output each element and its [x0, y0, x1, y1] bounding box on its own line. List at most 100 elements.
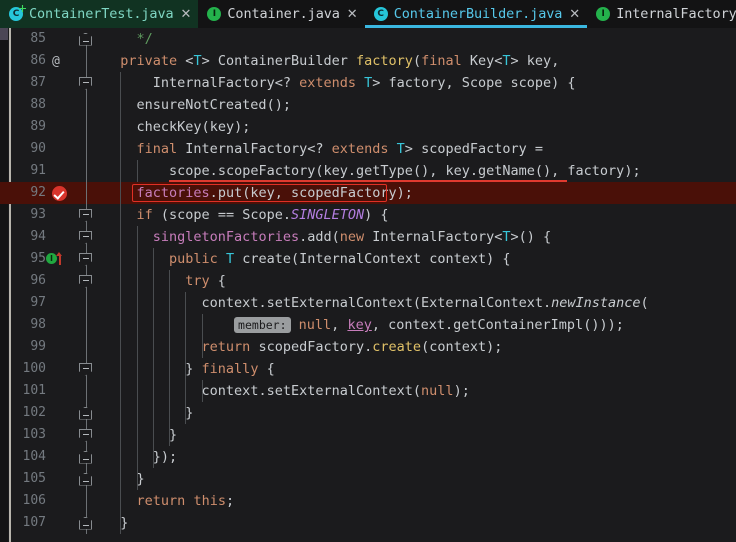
- fold-gutter[interactable]: [78, 28, 94, 50]
- code-line[interactable]: 101 context.setExternalContext(null);: [0, 380, 736, 402]
- code-line[interactable]: 102 }: [0, 402, 736, 424]
- fold-gutter[interactable]: [78, 512, 94, 534]
- code-line[interactable]: 86 @ private <T> ContainerBuilder factory…: [0, 50, 736, 72]
- fold-gutter[interactable]: [78, 380, 94, 402]
- fold-gutter[interactable]: [78, 314, 94, 336]
- fold-gutter[interactable]: [78, 336, 94, 358]
- line-number: 92: [30, 185, 46, 200]
- code-text[interactable]: });: [104, 446, 177, 468]
- code-line[interactable]: 107 }: [0, 512, 736, 534]
- code-line[interactable]: 88 ensureNotCreated();: [0, 94, 736, 116]
- fold-gutter[interactable]: [78, 138, 94, 160]
- code-line[interactable]: 94 singletonFactories.add(new InternalFa…: [0, 226, 736, 248]
- code-line[interactable]: 95 I public T create(InternalContext cont…: [0, 248, 736, 270]
- code-line[interactable]: 92 factories.put(key, scopedFactory);: [0, 182, 736, 204]
- line-number: 99: [30, 339, 46, 354]
- code-text[interactable]: checkKey(key);: [104, 116, 251, 138]
- java-interface-icon: I: [596, 7, 611, 21]
- fold-gutter[interactable]: [78, 468, 94, 490]
- fold-gutter[interactable]: [78, 160, 94, 182]
- fold-gutter[interactable]: [78, 182, 94, 204]
- code-line[interactable]: 89 checkKey(key);: [0, 116, 736, 138]
- fold-gutter[interactable]: [78, 72, 94, 94]
- java-class-test-icon: C: [9, 7, 23, 21]
- code-text[interactable]: }: [104, 512, 128, 534]
- fold-gutter[interactable]: [78, 270, 94, 292]
- code-text[interactable]: InternalFactory<? extends T> factory, Sc…: [104, 72, 576, 94]
- fold-gutter[interactable]: [78, 292, 94, 314]
- code-text[interactable]: }: [104, 402, 193, 424]
- code-text[interactable]: } finally {: [104, 358, 274, 380]
- editor-tab-bar[interactable]: C ContainerTest.java ✕ I Container.java …: [0, 0, 736, 28]
- code-line[interactable]: 103 }: [0, 424, 736, 446]
- tab-label: ContainerBuilder.java: [393, 6, 563, 22]
- tab-label: Container.java: [227, 6, 340, 22]
- line-number: 103: [22, 427, 46, 442]
- code-line[interactable]: 90 final InternalFactory<? extends T> sc…: [0, 138, 736, 160]
- fold-gutter[interactable]: [78, 446, 94, 468]
- fold-gutter[interactable]: [78, 204, 94, 226]
- code-line[interactable]: 105 }: [0, 468, 736, 490]
- fold-gutter[interactable]: [78, 248, 94, 270]
- breakpoint-icon[interactable]: [52, 185, 69, 202]
- code-line[interactable]: 98 member: null, key, context.getContain…: [0, 314, 736, 336]
- tab-internal-factory[interactable]: I InternalFactory.java ✕: [587, 0, 736, 28]
- code-line[interactable]: 100 } finally {: [0, 358, 736, 380]
- implementing-method-icon[interactable]: I: [46, 251, 63, 268]
- code-text[interactable]: }: [104, 468, 145, 490]
- code-editor[interactable]: 85 */ 86 @ private <T> ContainerBuilder fa…: [0, 28, 736, 542]
- line-number: 89: [30, 119, 46, 134]
- line-number: 85: [30, 31, 46, 46]
- code-text[interactable]: if (scope == Scope.SINGLETON) {: [104, 204, 389, 226]
- line-number: 106: [22, 493, 46, 508]
- code-text[interactable]: factories.put(key, scopedFactory);: [104, 182, 413, 204]
- fold-gutter[interactable]: [78, 226, 94, 248]
- code-text[interactable]: final InternalFactory<? extends T> scope…: [104, 138, 543, 160]
- code-text[interactable]: */: [104, 28, 153, 50]
- parameter-hint: member:: [234, 317, 291, 333]
- line-number: 93: [30, 207, 46, 222]
- line-number: 86: [30, 53, 46, 68]
- code-line[interactable]: 91 scope.scopeFactory(key.getType(), key…: [0, 160, 736, 182]
- fold-gutter[interactable]: [78, 402, 94, 424]
- tab-container-test[interactable]: C ContainerTest.java ✕: [0, 0, 199, 28]
- code-text[interactable]: singletonFactories.add(new InternalFacto…: [104, 226, 551, 248]
- close-icon[interactable]: ✕: [569, 8, 580, 21]
- fold-gutter[interactable]: [78, 50, 94, 72]
- code-line[interactable]: 99 return scopedFactory.create(context);: [0, 336, 736, 358]
- code-line[interactable]: 104 });: [0, 446, 736, 468]
- code-text[interactable]: public T create(InternalContext context)…: [104, 248, 510, 270]
- close-icon[interactable]: ✕: [347, 8, 358, 21]
- code-text[interactable]: try {: [104, 270, 226, 292]
- line-number: 90: [30, 141, 46, 156]
- fold-gutter[interactable]: [78, 424, 94, 446]
- tab-label: InternalFactory.java: [616, 6, 736, 22]
- annotation-gutter-icon[interactable]: @: [52, 53, 69, 70]
- code-line[interactable]: 87 InternalFactory<? extends T> factory,…: [0, 72, 736, 94]
- fold-gutter[interactable]: [78, 490, 94, 512]
- code-text[interactable]: scope.scopeFactory(key.getType(), key.ge…: [104, 160, 641, 182]
- fold-gutter[interactable]: [78, 94, 94, 116]
- code-line[interactable]: 96 try {: [0, 270, 736, 292]
- line-number: 97: [30, 295, 46, 310]
- tab-container[interactable]: I Container.java ✕: [198, 0, 364, 28]
- code-line[interactable]: 85 */: [0, 28, 736, 50]
- code-text[interactable]: ensureNotCreated();: [104, 94, 291, 116]
- close-icon[interactable]: ✕: [181, 8, 192, 21]
- line-number: 87: [30, 75, 46, 90]
- code-text[interactable]: return this;: [104, 490, 235, 512]
- line-number: 96: [30, 273, 46, 288]
- code-line[interactable]: 106 return this;: [0, 490, 736, 512]
- code-text[interactable]: private <T> ContainerBuilder factory(fin…: [104, 50, 559, 72]
- fold-gutter[interactable]: [78, 358, 94, 380]
- code-text[interactable]: context.setExternalContext(null);: [104, 380, 470, 402]
- code-text[interactable]: return scopedFactory.create(context);: [104, 336, 503, 358]
- code-line[interactable]: 93 if (scope == Scope.SINGLETON) {: [0, 204, 736, 226]
- code-line[interactable]: 97 context.setExternalContext(ExternalCo…: [0, 292, 736, 314]
- code-lines[interactable]: 85 */ 86 @ private <T> ContainerBuilder fa…: [0, 28, 736, 534]
- tab-container-builder[interactable]: C ContainerBuilder.java ✕: [364, 0, 588, 28]
- code-text[interactable]: context.setExternalContext(ExternalConte…: [104, 292, 649, 314]
- code-text[interactable]: member: null, key, context.getContainerI…: [104, 314, 624, 336]
- code-text[interactable]: }: [104, 424, 177, 446]
- fold-gutter[interactable]: [78, 116, 94, 138]
